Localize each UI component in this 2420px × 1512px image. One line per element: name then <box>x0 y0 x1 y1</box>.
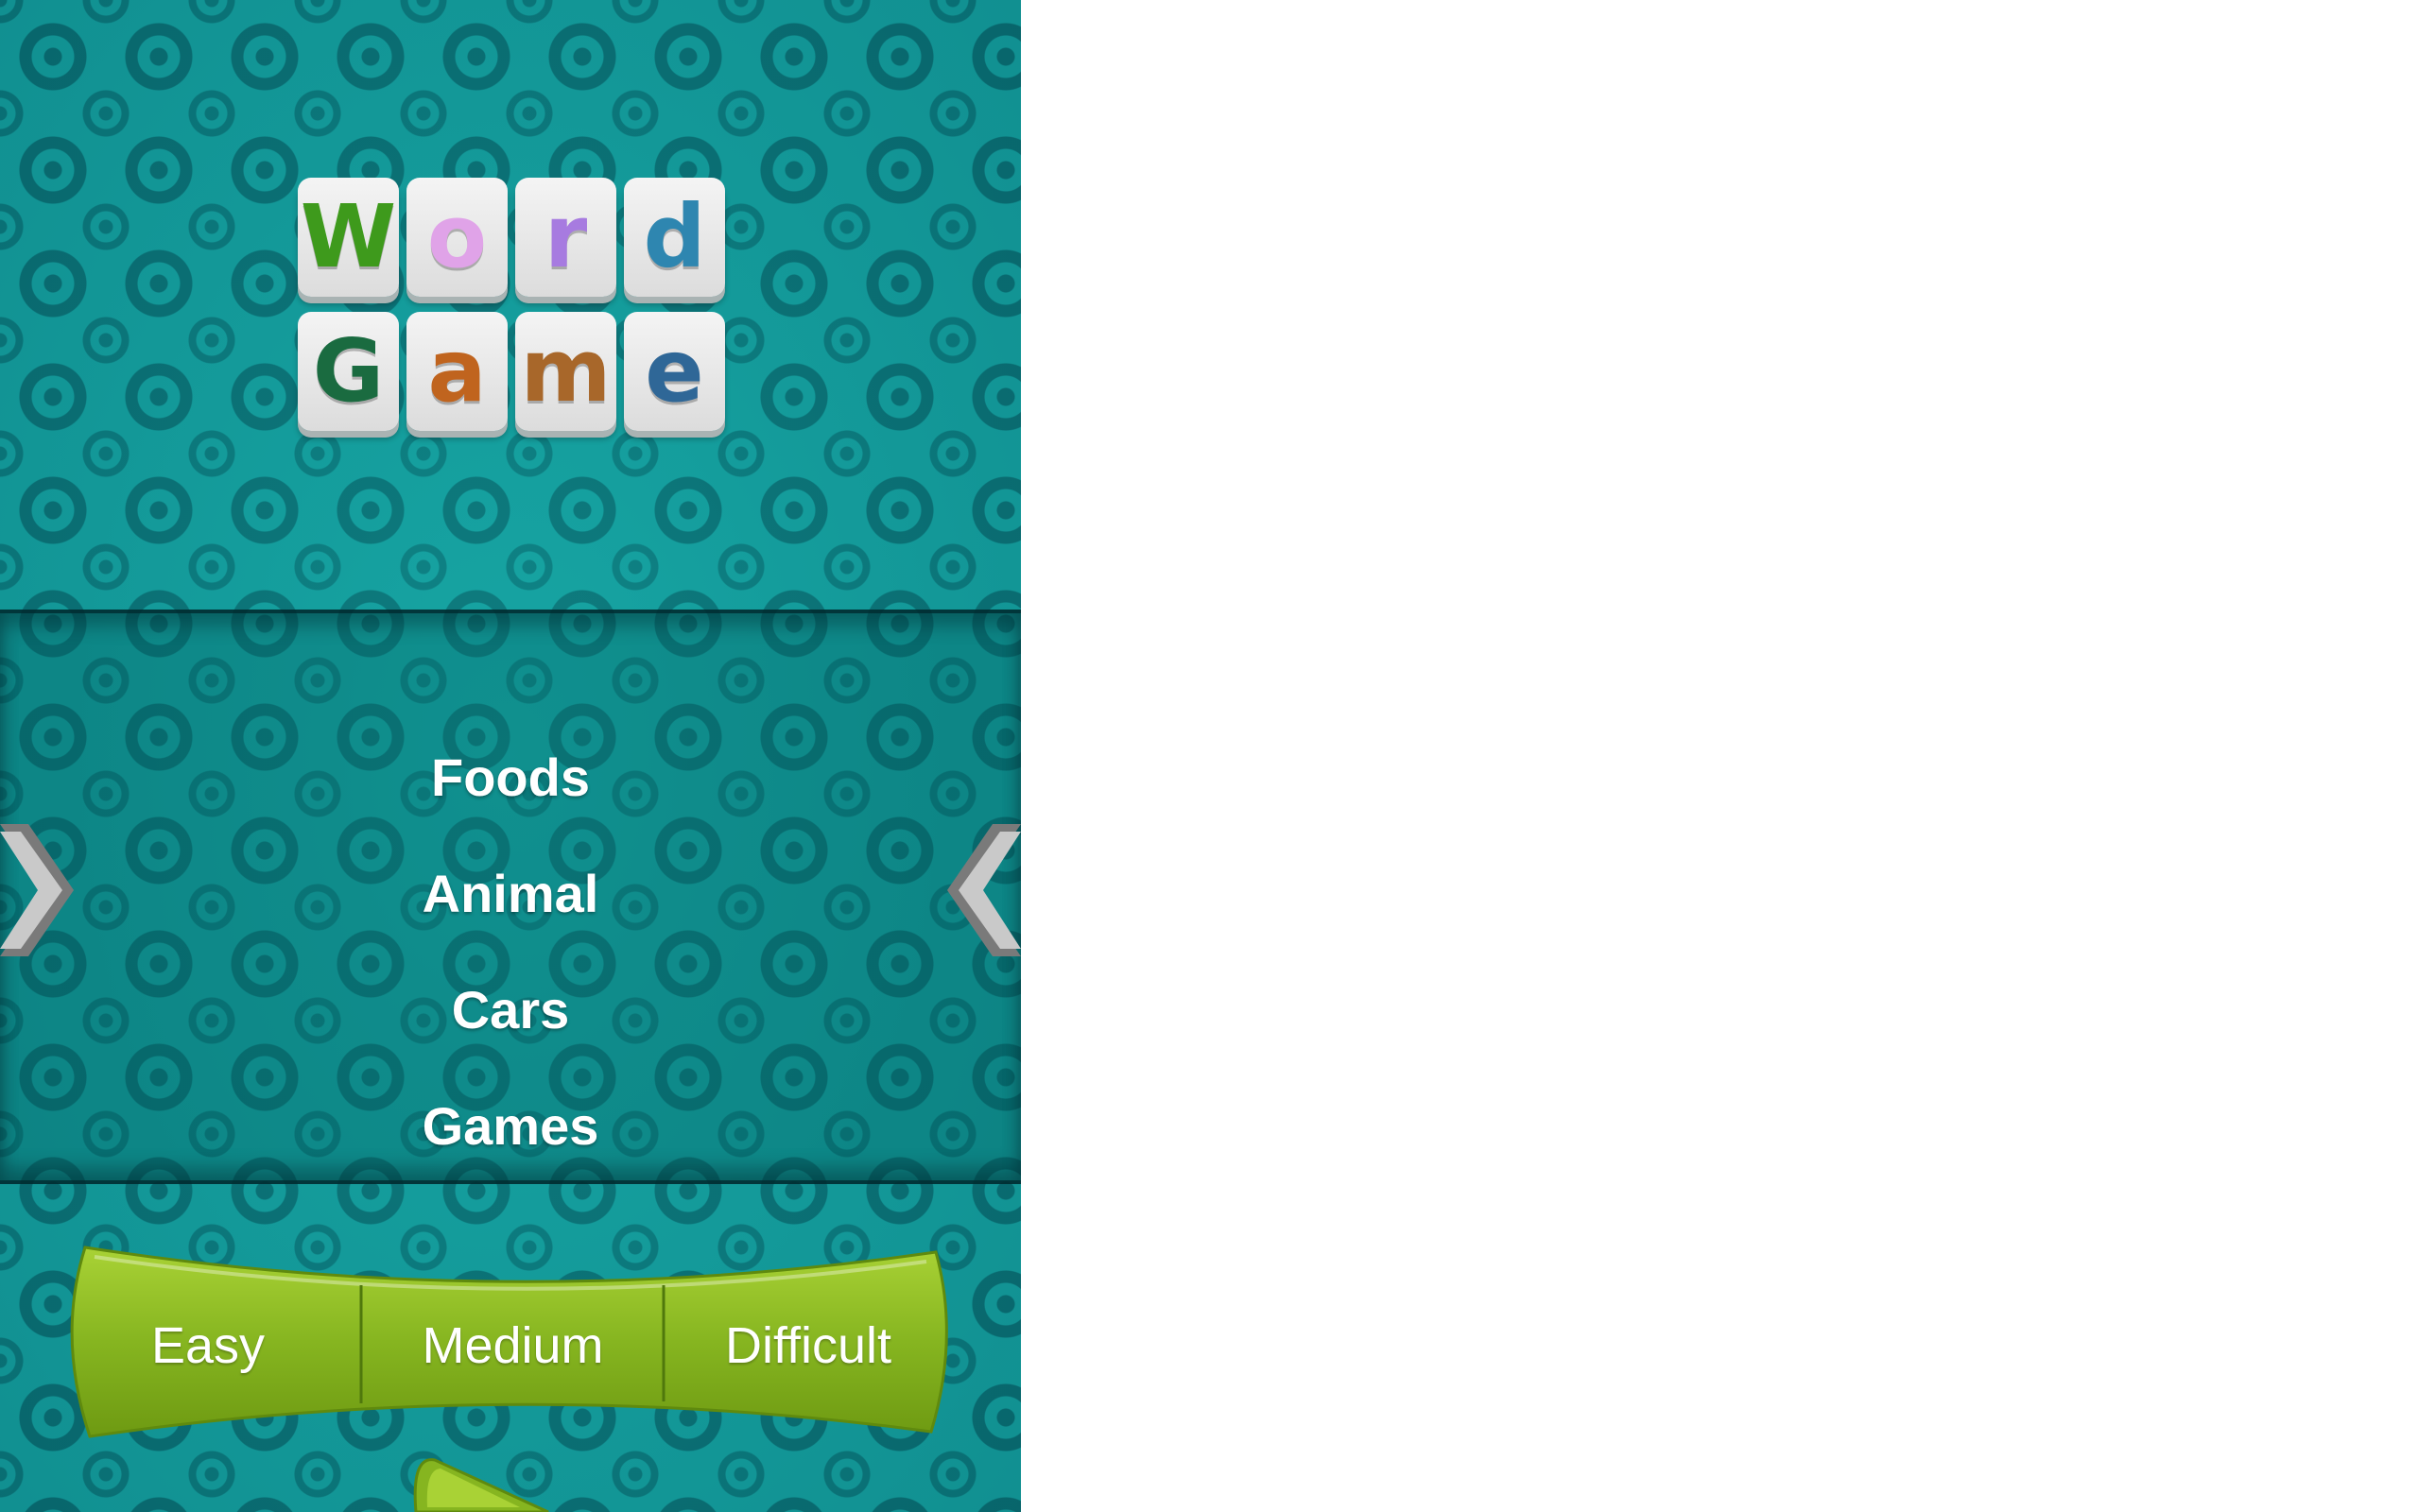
logo-letter: G <box>312 320 385 421</box>
category-animal[interactable]: Animal <box>0 863 1021 924</box>
logo-tile: d <box>624 178 725 297</box>
logo-tile: m <box>515 312 616 431</box>
word-game-logo: W o r d G a m e <box>298 178 728 438</box>
difficulty-difficult-button[interactable]: Difficult <box>666 1316 950 1375</box>
category-cars[interactable]: Cars <box>0 979 1021 1040</box>
difficulty-selector: Easy Medium Difficult <box>66 1243 955 1441</box>
chevron-right-icon[interactable] <box>0 824 76 956</box>
chevron-left-icon[interactable] <box>945 824 1021 956</box>
logo-letter: W <box>300 186 397 287</box>
category-games[interactable]: Games <box>0 1095 1021 1157</box>
difficulty-medium-button[interactable]: Medium <box>364 1316 662 1375</box>
logo-tile: r <box>515 178 616 297</box>
logo-tile: W <box>298 178 399 297</box>
logo-letter: o <box>426 186 488 287</box>
category-foods[interactable]: Foods <box>0 747 1021 808</box>
difficulty-easy-button[interactable]: Easy <box>66 1316 350 1375</box>
logo-letter: m <box>520 320 612 421</box>
logo-tile: o <box>406 178 508 297</box>
game-screen: W o r d G a m e Foods Animal Cars Games <box>0 0 1021 1512</box>
logo-letter: r <box>544 186 588 287</box>
logo-tile: e <box>624 312 725 431</box>
logo-letter: d <box>643 186 706 287</box>
logo-letter: a <box>427 320 487 421</box>
play-icon[interactable] <box>406 1455 577 1512</box>
logo-tile: a <box>406 312 508 431</box>
logo-letter: e <box>645 320 704 421</box>
logo-tile: G <box>298 312 399 431</box>
